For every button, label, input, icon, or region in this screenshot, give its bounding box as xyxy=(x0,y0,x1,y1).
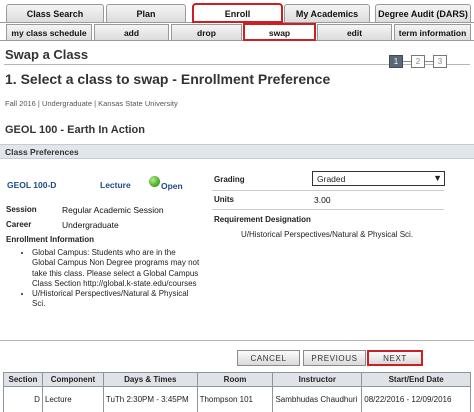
enrollment-info-label: Enrollment Information xyxy=(6,235,94,244)
grading-label: Grading xyxy=(214,175,245,184)
cell-section: D xyxy=(3,386,43,412)
main-tabs: Class Search Plan Enroll My Academics De… xyxy=(0,3,474,23)
step-indicator: 1 2 3 xyxy=(389,55,453,68)
header-instructor: Instructor xyxy=(272,372,363,387)
header-component: Component xyxy=(41,372,104,387)
class-id: GEOL 100-D xyxy=(7,180,57,190)
step-heading: 1. Select a class to swap - Enrollment P… xyxy=(5,71,331,87)
units-value: 3.00 xyxy=(314,195,331,205)
subtab-divider xyxy=(0,40,474,41)
cell-room: Thompson 101 xyxy=(196,386,274,412)
cell-start-end-date: 08/22/2016 - 12/09/2016 xyxy=(361,386,471,412)
list-item: Global Campus: Students who are in the G… xyxy=(32,248,200,289)
section-divider xyxy=(0,340,474,341)
divider xyxy=(212,190,444,191)
class-table: Section Component Days & Times Room Inst… xyxy=(3,372,471,412)
table-header-row: Section Component Days & Times Room Inst… xyxy=(3,372,471,387)
requirement-designation-label: Requirement Designation xyxy=(214,215,311,224)
tab-divider xyxy=(0,22,474,23)
subtab-my-class-schedule[interactable]: my class schedule xyxy=(6,24,92,40)
step-1: 1 xyxy=(389,55,403,68)
subtab-add[interactable]: add xyxy=(94,24,169,40)
tab-my-academics[interactable]: My Academics xyxy=(284,4,370,22)
career-label: Career xyxy=(6,220,32,229)
page-title: Swap a Class xyxy=(5,47,89,62)
cell-component: Lecture xyxy=(41,386,104,412)
class-status: Open xyxy=(161,181,183,191)
previous-button[interactable]: PREVIOUS xyxy=(303,350,366,366)
step-2: 2 xyxy=(411,55,425,68)
open-status-icon xyxy=(149,176,160,187)
step-connector xyxy=(425,61,433,62)
section-header-label: Class Preferences xyxy=(5,147,79,157)
list-item: U/Historical Perspectives/Natural & Phys… xyxy=(32,289,200,310)
tab-degree-audit[interactable]: Degree Audit (DARS) xyxy=(375,4,471,22)
subtab-swap[interactable]: swap xyxy=(243,23,316,41)
course-title: GEOL 100 - Earth In Action xyxy=(5,124,145,136)
enrollment-info-list: Global Campus: Students who are in the G… xyxy=(10,248,200,310)
step-connector xyxy=(403,61,411,62)
tab-plan[interactable]: Plan xyxy=(106,4,186,22)
cancel-button[interactable]: CANCEL xyxy=(237,350,300,366)
session-label: Session xyxy=(6,205,37,214)
cell-instructor: Sambhudas Chaudhuri xyxy=(272,386,363,412)
session-value: Regular Academic Session xyxy=(62,205,164,215)
grading-selected-value: Graded xyxy=(317,173,346,184)
sub-tabs: my class schedule add drop swap edit ter… xyxy=(0,23,474,41)
class-component: Lecture xyxy=(100,180,131,190)
chevron-down-icon[interactable]: ▼ xyxy=(433,173,442,183)
next-button[interactable]: NEXT xyxy=(367,350,423,366)
subtab-term-information[interactable]: term information xyxy=(394,24,471,40)
tab-enroll[interactable]: Enroll xyxy=(192,3,283,23)
requirement-designation-value: U/Historical Perspectives/Natural & Phys… xyxy=(241,230,414,239)
section-header: Class Preferences xyxy=(0,144,474,159)
table-row: D Lecture TuTh 2:30PM - 3:45PM Thompson … xyxy=(3,386,471,412)
career-value: Undergraduate xyxy=(62,220,119,230)
grading-select[interactable]: Graded ▼ xyxy=(312,171,445,186)
tab-class-search[interactable]: Class Search xyxy=(6,4,104,22)
subtab-drop[interactable]: drop xyxy=(171,24,242,40)
term-info: Fall 2016 | Undergraduate | Kansas State… xyxy=(5,99,178,108)
divider xyxy=(212,209,444,210)
step-3: 3 xyxy=(433,55,447,68)
units-label: Units xyxy=(214,195,234,204)
subtab-edit[interactable]: edit xyxy=(317,24,392,40)
cell-days-times: TuTh 2:30PM - 3:45PM xyxy=(102,386,198,412)
header-start-end-date: Start/End Date xyxy=(361,372,471,387)
header-section: Section xyxy=(3,372,43,387)
header-room: Room xyxy=(196,372,274,387)
header-days-times: Days & Times xyxy=(102,372,198,387)
